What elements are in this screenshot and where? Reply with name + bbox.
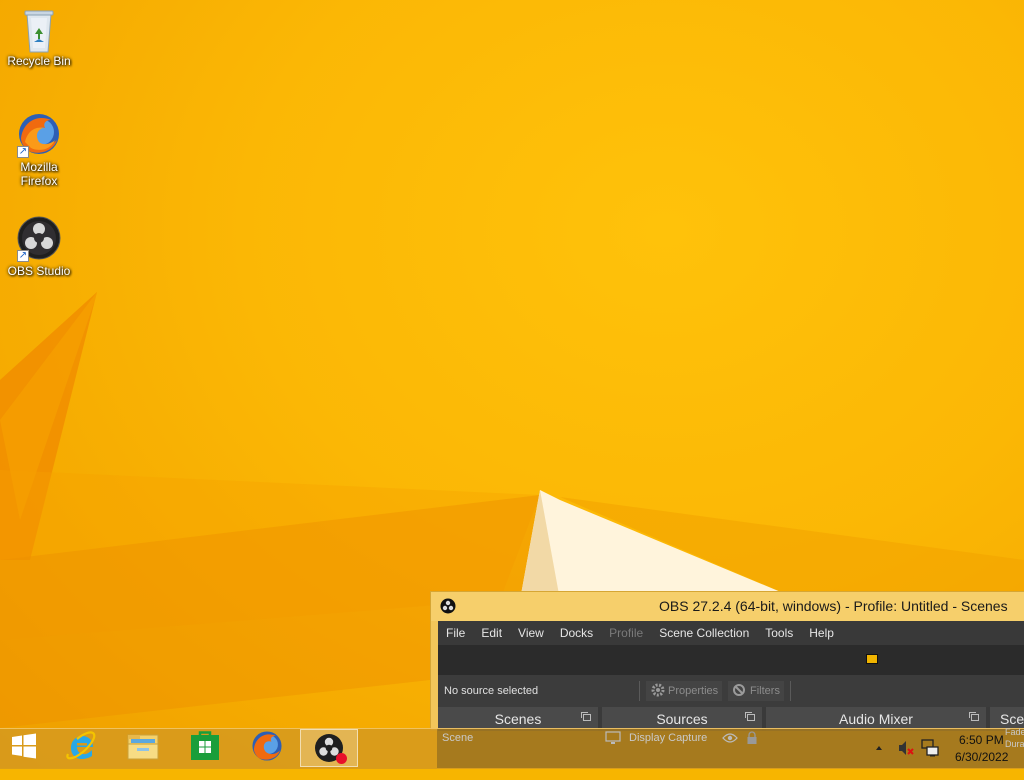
preview-area[interactable] bbox=[438, 645, 1024, 675]
gear-icon bbox=[650, 682, 668, 701]
start-button[interactable] bbox=[0, 729, 48, 767]
filter-icon bbox=[732, 682, 750, 701]
recording-indicator-icon bbox=[336, 753, 347, 764]
float-dock-icon[interactable] bbox=[745, 712, 755, 721]
preview-source-marker bbox=[866, 654, 878, 664]
store-icon bbox=[190, 731, 220, 765]
volume-tray-button[interactable] bbox=[897, 739, 915, 779]
lock-icon[interactable] bbox=[746, 731, 758, 748]
monitor-icon bbox=[605, 731, 621, 748]
no-source-label: No source selected bbox=[444, 685, 539, 697]
menu-docks[interactable]: Docks bbox=[552, 621, 601, 645]
taskbar-firefox[interactable] bbox=[238, 729, 296, 767]
network-icon bbox=[921, 739, 939, 761]
obs-studio-icon: ↗ bbox=[17, 216, 61, 262]
desktop-icon-label: Recycle Bin bbox=[7, 54, 71, 68]
float-dock-icon[interactable] bbox=[581, 712, 591, 721]
menu-help[interactable]: Help bbox=[801, 621, 842, 645]
menu-file[interactable]: File bbox=[438, 621, 473, 645]
properties-button[interactable]: Properties bbox=[646, 681, 723, 701]
taskbar-internet-explorer[interactable] bbox=[52, 729, 110, 767]
float-dock-icon[interactable] bbox=[969, 712, 979, 721]
scene-transitions-dock-title: Sce bbox=[1000, 711, 1024, 727]
firefox-icon: ↗ bbox=[17, 112, 61, 158]
desktop-icon-label: Mozilla Firefox bbox=[20, 160, 58, 188]
firefox-icon bbox=[251, 730, 283, 766]
source-list-item[interactable]: Display Capture bbox=[629, 732, 707, 744]
menu-scene-collection[interactable]: Scene Collection bbox=[651, 621, 757, 645]
obs-studio-icon bbox=[314, 733, 347, 764]
obs-logo-icon bbox=[440, 598, 456, 618]
properties-label: Properties bbox=[668, 685, 719, 697]
toolbar-divider bbox=[790, 681, 791, 701]
windows-logo-icon bbox=[11, 733, 37, 763]
toolbar-divider bbox=[639, 681, 640, 701]
menu-view[interactable]: View bbox=[510, 621, 552, 645]
obs-titlebar[interactable]: OBS 27.2.4 (64-bit, windows) - Profile: … bbox=[431, 592, 1024, 621]
sources-dock-title: Sources bbox=[656, 711, 708, 727]
show-hidden-icons-button[interactable] bbox=[874, 740, 884, 780]
scene-list-item[interactable]: Scene bbox=[442, 732, 473, 744]
clock-date[interactable]: 6/30/2022 bbox=[955, 750, 1008, 764]
window-title: OBS 27.2.4 (64-bit, windows) - Profile: … bbox=[659, 598, 1008, 614]
recycle-bin-icon bbox=[17, 6, 61, 53]
scenes-dock-title: Scenes bbox=[494, 711, 542, 727]
transition-duration-text: Durati bbox=[1005, 739, 1024, 749]
speaker-muted-icon bbox=[897, 741, 915, 761]
taskbar-file-explorer[interactable] bbox=[114, 729, 172, 767]
shortcut-arrow-icon: ↗ bbox=[17, 146, 29, 158]
desktop-icon-obs-studio[interactable]: ↗ OBS Studio bbox=[1, 216, 77, 278]
audio-mixer-dock-title: Audio Mixer bbox=[839, 711, 913, 727]
taskbar-store[interactable] bbox=[176, 729, 234, 767]
menu-edit[interactable]: Edit bbox=[473, 621, 510, 645]
shortcut-arrow-icon: ↗ bbox=[17, 250, 29, 262]
obs-client-area: File Edit View Docks Profile Scene Colle… bbox=[438, 621, 1024, 731]
desktop-icon-label: OBS Studio bbox=[7, 264, 71, 278]
filters-label: Filters bbox=[750, 685, 780, 697]
source-toolbar: No source selected Properties Filters bbox=[438, 675, 1024, 707]
menu-bar: File Edit View Docks Profile Scene Colle… bbox=[438, 621, 1024, 645]
obs-window[interactable]: OBS 27.2.4 (64-bit, windows) - Profile: … bbox=[430, 591, 1024, 731]
desktop-icon-firefox[interactable]: ↗ Mozilla Firefox bbox=[1, 112, 77, 188]
internet-explorer-icon bbox=[65, 730, 97, 766]
taskbar-obs-studio[interactable] bbox=[300, 729, 358, 767]
menu-profile[interactable]: Profile bbox=[601, 621, 651, 645]
desktop-icon-recycle-bin[interactable]: Recycle Bin bbox=[1, 6, 77, 68]
folder-icon bbox=[127, 731, 159, 765]
transition-type-text: Fade bbox=[1005, 727, 1024, 737]
filters-button[interactable]: Filters bbox=[728, 681, 784, 701]
network-tray-button[interactable] bbox=[921, 739, 939, 779]
clock-time[interactable]: 6:50 PM bbox=[959, 733, 1004, 747]
eye-icon[interactable] bbox=[722, 732, 738, 747]
menu-tools[interactable]: Tools bbox=[757, 621, 801, 645]
chevron-up-icon bbox=[874, 740, 884, 757]
